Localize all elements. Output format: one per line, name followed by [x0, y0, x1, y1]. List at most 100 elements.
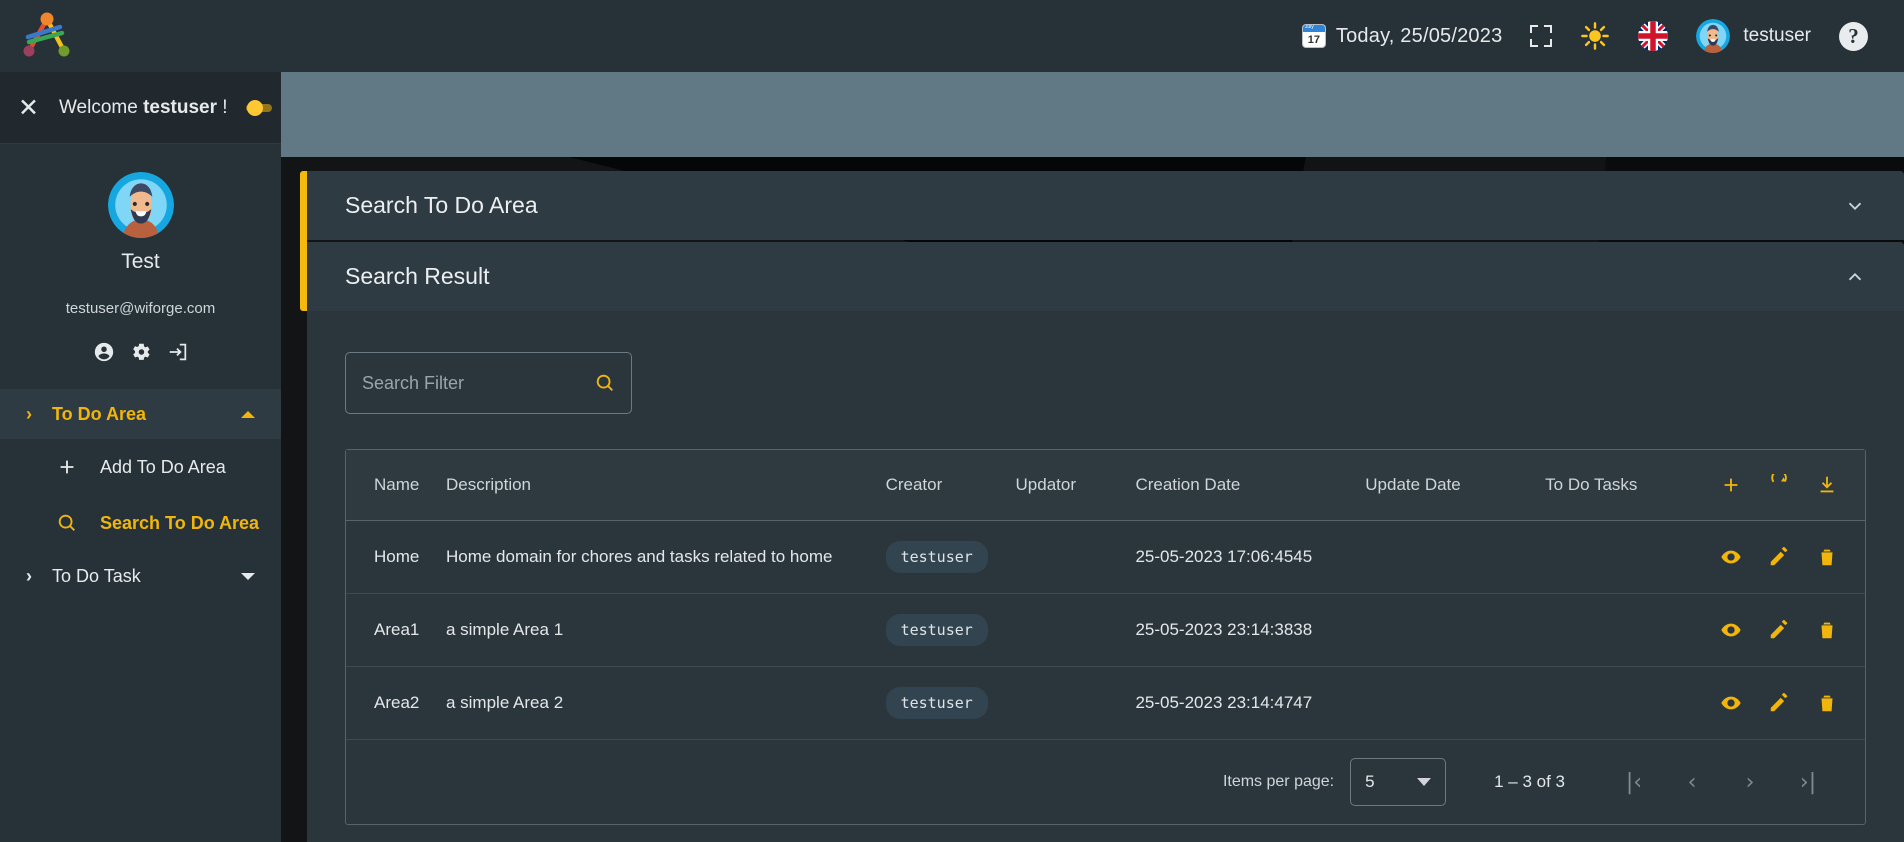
paginator: Items per page: 5 1 – 3 of 3 |‹ ‹ › ›| [346, 740, 1865, 824]
edit-icon[interactable] [1768, 546, 1790, 568]
panel-accent-bar [300, 171, 307, 311]
column-header-creator[interactable]: Creator [885, 450, 1016, 521]
cell-name: Area2 [346, 666, 446, 740]
page-size-select[interactable]: 5 [1350, 758, 1447, 806]
page-range-label: 1 – 3 of 3 [1494, 772, 1565, 791]
search-filter-field[interactable] [345, 352, 632, 414]
help-button[interactable]: ? [1825, 0, 1882, 72]
download-icon[interactable] [1816, 474, 1838, 496]
panel-search-result: Search Result Search Filter Name Descrip… [307, 242, 1904, 842]
chevron-up-icon [1844, 266, 1866, 288]
user-avatar-icon [1696, 19, 1731, 53]
cell-actions [1719, 593, 1865, 667]
panel-search-header[interactable]: Search To Do Area [307, 171, 1904, 240]
profile-actions [0, 341, 281, 363]
table-header-row: Name Description Creator Updator Creatio… [346, 450, 1865, 521]
profile-email: testuser@wiforge.com [65, 300, 216, 317]
chevron-down-icon [1417, 778, 1432, 786]
table-row[interactable]: Area1 a simple Area 1 testuser 25-05-202… [346, 593, 1865, 667]
table-row[interactable]: Home Home domain for chores and tasks re… [346, 520, 1865, 594]
delete-icon[interactable] [1816, 619, 1838, 641]
sidebar-toggle-switch[interactable] [245, 100, 272, 116]
logout-icon[interactable] [167, 341, 189, 363]
fullscreen-button[interactable] [1516, 0, 1566, 72]
column-header-description[interactable]: Description [445, 450, 886, 521]
column-header-actions [1719, 450, 1865, 521]
user-menu[interactable]: testuser [1682, 0, 1825, 72]
results-table-card: Name Description Creator Updator Creatio… [345, 449, 1866, 825]
cell-creator: testuser [885, 520, 1016, 594]
next-page-button[interactable]: › [1721, 770, 1779, 795]
settings-gear-icon[interactable] [130, 341, 152, 363]
first-page-button[interactable]: |‹ [1605, 770, 1663, 795]
column-header-updator[interactable]: Updator [1015, 450, 1136, 521]
sidebar-item-add-to-do-area[interactable]: Add To Do Area [0, 439, 281, 495]
edit-icon[interactable] [1768, 619, 1790, 641]
column-header-name[interactable]: Name [346, 450, 446, 521]
uk-flag-icon [1638, 21, 1669, 51]
sidebar-item-to-do-task[interactable]: › To Do Task [0, 551, 281, 601]
welcome-suffix: ! [217, 96, 228, 118]
cell-update-date [1365, 520, 1546, 594]
profile-avatar-icon [107, 172, 174, 238]
table-header: Name Description Creator Updator Creatio… [346, 450, 1865, 521]
sidebar-item-label: Search To Do Area [100, 512, 260, 533]
account-circle-icon[interactable] [93, 341, 115, 363]
cell-name: Area1 [346, 593, 446, 667]
triangle-down-icon [241, 572, 255, 580]
cell-updator [1015, 666, 1136, 740]
sidebar-nav: › To Do Area Add To Do Area Search To Do… [0, 389, 281, 601]
cell-description: Home domain for chores and tasks related… [445, 520, 886, 594]
cell-creation-date: 25-05-2023 17:06:4545 [1135, 520, 1366, 594]
top-bar-actions: 17 Today, 25/05/2023 [1289, 0, 1904, 72]
chevron-down-icon [1844, 195, 1866, 217]
welcome-username: testuser [143, 96, 217, 118]
view-icon[interactable] [1720, 546, 1742, 568]
previous-page-button[interactable]: ‹ [1663, 770, 1721, 795]
column-header-to-do-tasks[interactable]: To Do Tasks [1545, 450, 1720, 521]
cell-updator [1015, 593, 1136, 667]
column-header-update-date[interactable]: Update Date [1365, 450, 1546, 521]
add-row-icon[interactable] [1720, 474, 1742, 496]
chevron-right-icon: › [26, 565, 32, 586]
column-header-creation-date[interactable]: Creation Date [1135, 450, 1366, 521]
app-logo[interactable] [0, 0, 96, 72]
sidebar-item-label: To Do Area [52, 403, 147, 424]
search-icon[interactable] [594, 372, 616, 394]
help-icon: ? [1839, 21, 1868, 51]
cell-update-date [1365, 593, 1546, 667]
cell-creation-date: 25-05-2023 23:14:4747 [1135, 666, 1366, 740]
chevron-right-icon: › [26, 403, 32, 424]
refresh-icon[interactable] [1768, 470, 1790, 496]
language-button[interactable] [1624, 0, 1682, 72]
results-table: Name Description Creator Updator Creatio… [346, 450, 1865, 740]
last-page-button[interactable]: ›| [1779, 770, 1837, 795]
panel-result-body: Name Description Creator Updator Creatio… [307, 311, 1904, 842]
delete-icon[interactable] [1816, 692, 1838, 714]
profile-card: Test testuser@wiforge.com [0, 144, 281, 363]
today-date[interactable]: 17 Today, 25/05/2023 [1289, 0, 1517, 72]
hero-banner [281, 72, 1904, 157]
creator-chip: testuser [885, 687, 988, 719]
sidebar-item-to-do-area[interactable]: › To Do Area [0, 389, 281, 439]
cell-creator: testuser [885, 666, 1016, 740]
delete-icon[interactable] [1816, 546, 1838, 568]
sidebar-item-search-to-do-area[interactable]: Search To Do Area [0, 495, 281, 551]
table-row[interactable]: Area2 a simple Area 2 testuser 25-05-202… [346, 666, 1865, 740]
view-icon[interactable] [1720, 692, 1742, 714]
search-input[interactable] [362, 372, 594, 394]
view-icon[interactable] [1720, 619, 1742, 641]
cell-actions [1719, 666, 1865, 740]
welcome-message: Welcome testuser ! [59, 97, 228, 119]
cell-description: a simple Area 2 [445, 666, 886, 740]
triangle-up-icon [241, 410, 255, 418]
atom-logo-icon [23, 12, 70, 57]
close-icon[interactable]: ✕ [18, 95, 39, 120]
panel-result-header[interactable]: Search Result [307, 242, 1904, 311]
theme-toggle-button[interactable] [1566, 0, 1624, 72]
edit-icon[interactable] [1768, 692, 1790, 714]
sidebar-item-label: To Do Task [52, 565, 141, 586]
cell-creation-date: 25-05-2023 23:14:3838 [1135, 593, 1366, 667]
creator-chip: testuser [885, 614, 988, 646]
fullscreen-icon [1530, 25, 1553, 47]
